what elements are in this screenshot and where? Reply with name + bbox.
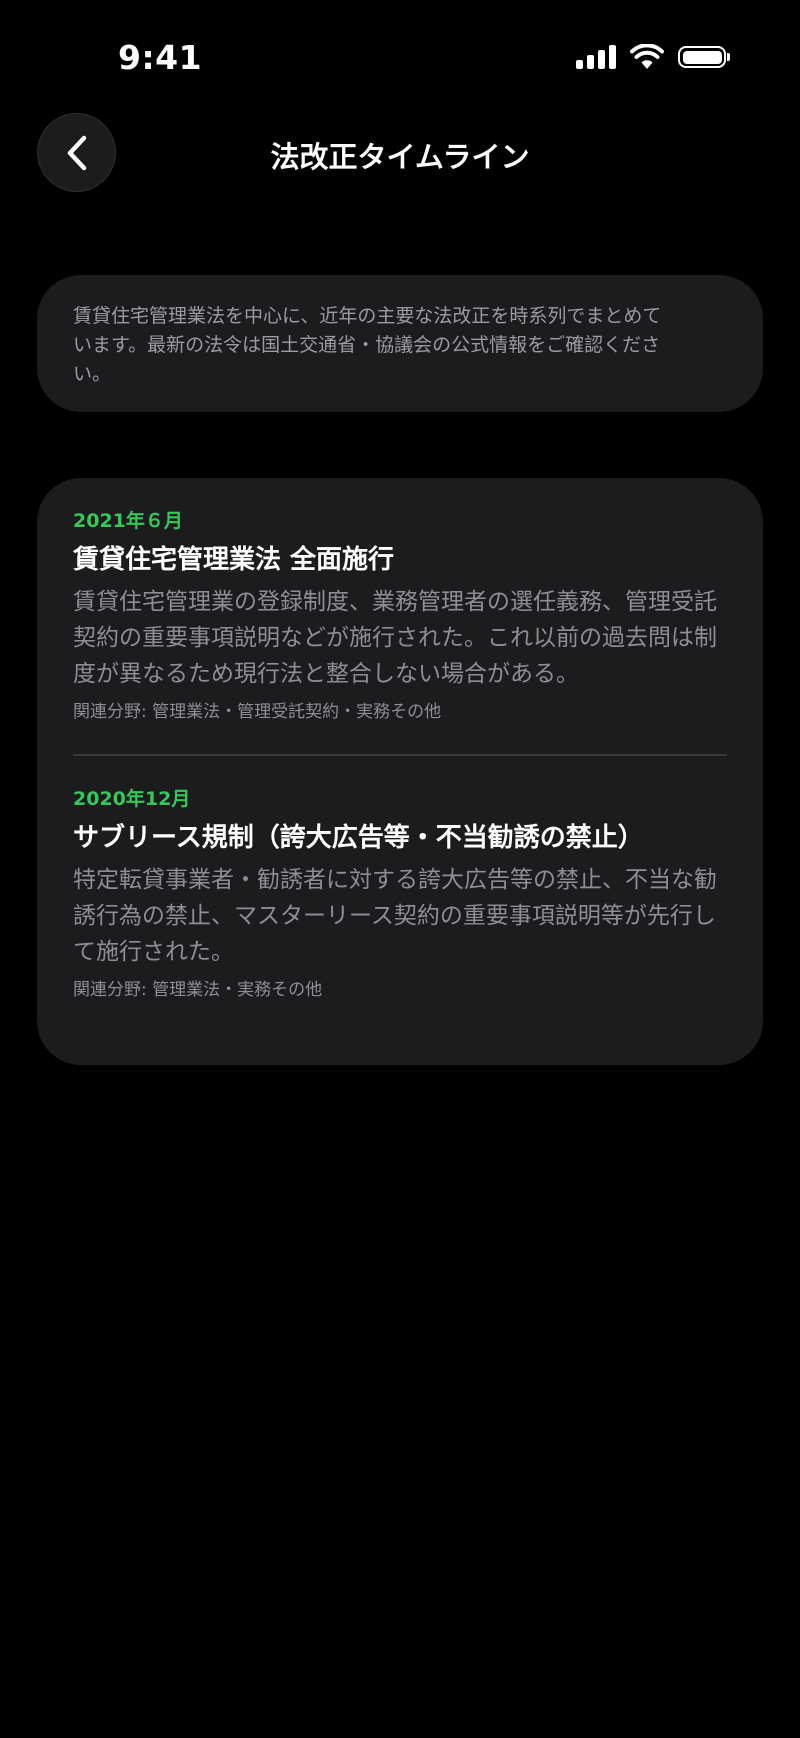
entry-description: 特定転貸事業者・勧誘者に対する誇大広告等の禁止、不当な勧誘行為の禁止、マスターリ… (73, 867, 717, 965)
divider (73, 754, 727, 756)
cellular-signal-icon (576, 45, 616, 69)
navigation-bar: 法改正タイムライン (0, 110, 800, 196)
intro-text: 賃貸住宅管理業法を中心に、近年の主要な法改正を時系列でまとめています。最新の法令… (73, 305, 662, 385)
timeline-card: 2021年６月 賃貸住宅管理業法 全面施行 賃貸住宅管理業の登録制度、業務管理者… (37, 478, 763, 1065)
timeline-entry: 2020年12月 サブリース規制（誇大広告等・不当勧誘の禁止） 特定転貸事業者・… (73, 786, 727, 1002)
entry-date: 2020年12月 (73, 788, 191, 810)
entry-related-fields: 関連分野: 管理業法・管理受託契約・実務その他 (73, 702, 442, 722)
timeline-entry: 2021年６月 賃貸住宅管理業法 全面施行 賃貸住宅管理業の登録制度、業務管理者… (73, 508, 727, 724)
status-icons (576, 44, 730, 70)
status-bar: 9:41 (0, 0, 800, 110)
entry-title: 賃貸住宅管理業法 全面施行 (73, 545, 395, 575)
page-title: 法改正タイムライン (270, 140, 530, 174)
wifi-icon (630, 44, 664, 69)
battery-icon (678, 46, 730, 68)
status-time: 9:41 (118, 38, 203, 77)
entry-related-fields: 関連分野: 管理業法・実務その他 (73, 980, 323, 1000)
entry-title: サブリース規制（誇大広告等・不当勧誘の禁止） (73, 823, 644, 853)
entry-description: 賃貸住宅管理業の登録制度、業務管理者の選任義務、管理受託契約の重要事項説明などが… (73, 589, 717, 687)
entry-date: 2021年６月 (73, 510, 183, 532)
intro-card: 賃貸住宅管理業法を中心に、近年の主要な法改正を時系列でまとめています。最新の法令… (37, 275, 763, 412)
